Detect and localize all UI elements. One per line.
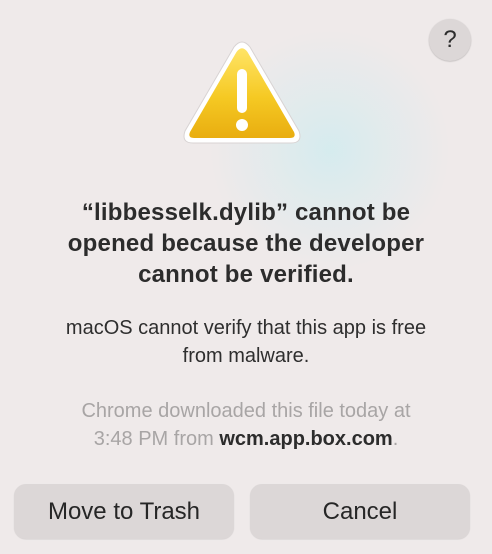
title-line: “libbesselk.dylib” cannot be bbox=[81, 199, 411, 226]
cancel-button[interactable]: Cancel bbox=[250, 484, 470, 539]
title-line: cannot be verified. bbox=[138, 261, 354, 288]
dialog-message: macOS cannot verify that this app is fre… bbox=[20, 314, 472, 370]
source-line: Chrome downloaded this file today at bbox=[81, 400, 411, 422]
source-suffix: . bbox=[392, 428, 399, 450]
dialog-title: “libbesselk.dylib” cannot be opened beca… bbox=[20, 197, 472, 290]
source-line: 3:48 PM from wcm.app.box.com. bbox=[20, 425, 472, 453]
help-button[interactable]: ? bbox=[429, 19, 471, 61]
title-line: opened because the developer bbox=[67, 230, 425, 257]
source-time: 3:48 PM from bbox=[93, 428, 220, 450]
security-alert-dialog: ? “libbesselk.dylib” cannot be opened be… bbox=[0, 0, 492, 554]
message-line: macOS cannot verify that this app is fre… bbox=[65, 317, 427, 339]
message-line: from malware. bbox=[182, 345, 310, 367]
move-to-trash-button[interactable]: Move to Trash bbox=[14, 484, 234, 539]
source-domain: wcm.app.box.com bbox=[219, 428, 393, 450]
warning-triangle-icon bbox=[183, 41, 301, 144]
download-source-info: Chrome downloaded this file today at 3:4… bbox=[20, 397, 472, 453]
